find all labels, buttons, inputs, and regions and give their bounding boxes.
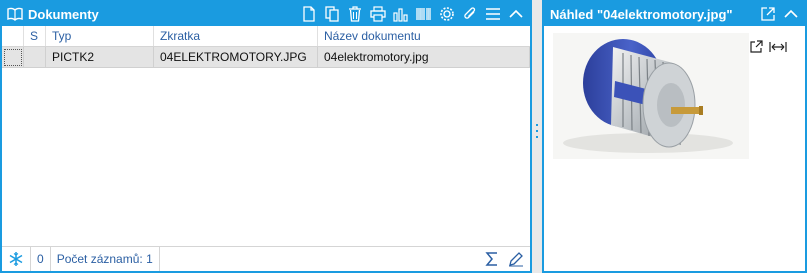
table-row[interactable]: PICTK2 04ELEKTROMOTORY.JPG 04elektromoto… [2,47,530,68]
preview-panel-title: Náhled "04elektromotory.jpg" [550,6,733,22]
splitter-grip-dot [536,136,538,138]
grid-footer: 0 Počet záznamů: 1 [2,246,530,271]
copy-icon[interactable] [322,4,342,24]
row-selector[interactable] [2,47,24,67]
documents-toolbar [299,4,526,24]
filter-button[interactable] [2,247,30,271]
collapse-icon[interactable] [506,4,526,24]
barcode-icon[interactable] [414,4,434,24]
sum-icon[interactable] [484,251,500,267]
grid-header-typ[interactable]: Typ [46,26,154,46]
grid-header-s[interactable]: S [24,26,46,46]
cell-s [24,47,46,67]
fit-width-icon[interactable] [769,40,787,54]
app-frame: Dokumenty S Typ Zkratka Název dokumentu … [0,0,807,273]
open-image-icon[interactable] [749,40,763,54]
settings-icon[interactable] [437,4,457,24]
document-preview-image [553,33,749,159]
grid-header-row: S Typ Zkratka Název dokumentu [2,26,530,47]
preview-panel: Náhled "04elektromotory.jpg" [542,0,807,273]
new-document-icon[interactable] [299,4,319,24]
grid-header-nazev[interactable]: Název dokumentu [318,26,530,46]
footer-divider [158,247,160,271]
book-icon [7,7,23,21]
cell-nazev: 04elektromotory.jpg [318,47,530,67]
menu-icon[interactable] [483,4,503,24]
record-count: Počet záznamů: 1 [56,252,153,266]
filter-count: 0 [37,252,44,266]
delete-icon[interactable] [345,4,365,24]
splitter-grip-dot [536,124,538,126]
open-external-icon[interactable] [758,4,778,24]
print-icon[interactable] [368,4,388,24]
cell-zkratka: 04ELEKTROMOTORY.JPG [154,47,318,67]
documents-grid: S Typ Zkratka Název dokumentu PICTK2 04E… [2,26,530,68]
preview-panel-header: Náhled "04elektromotory.jpg" [544,2,805,26]
documents-panel-title: Dokumenty [28,6,99,22]
cell-typ: PICTK2 [46,47,154,67]
footer-actions [484,251,524,267]
electric-motor-image [553,33,749,159]
documents-panel: Dokumenty S Typ Zkratka Název dokumentu … [0,0,532,273]
edit-icon[interactable] [508,251,524,267]
splitter-grip-dot [536,130,538,132]
documents-panel-header: Dokumenty [2,2,530,26]
chart-icon[interactable] [391,4,411,24]
snowflake-icon [9,252,23,266]
collapse-icon[interactable] [781,4,801,24]
grid-header-zkratka[interactable]: Zkratka [154,26,318,46]
panel-splitter[interactable] [532,0,542,273]
preview-image-tools [749,40,787,54]
attach-icon[interactable] [460,4,480,24]
preview-toolbar [758,4,801,24]
grid-header-select[interactable] [2,26,24,46]
row-focus-box [3,48,22,66]
